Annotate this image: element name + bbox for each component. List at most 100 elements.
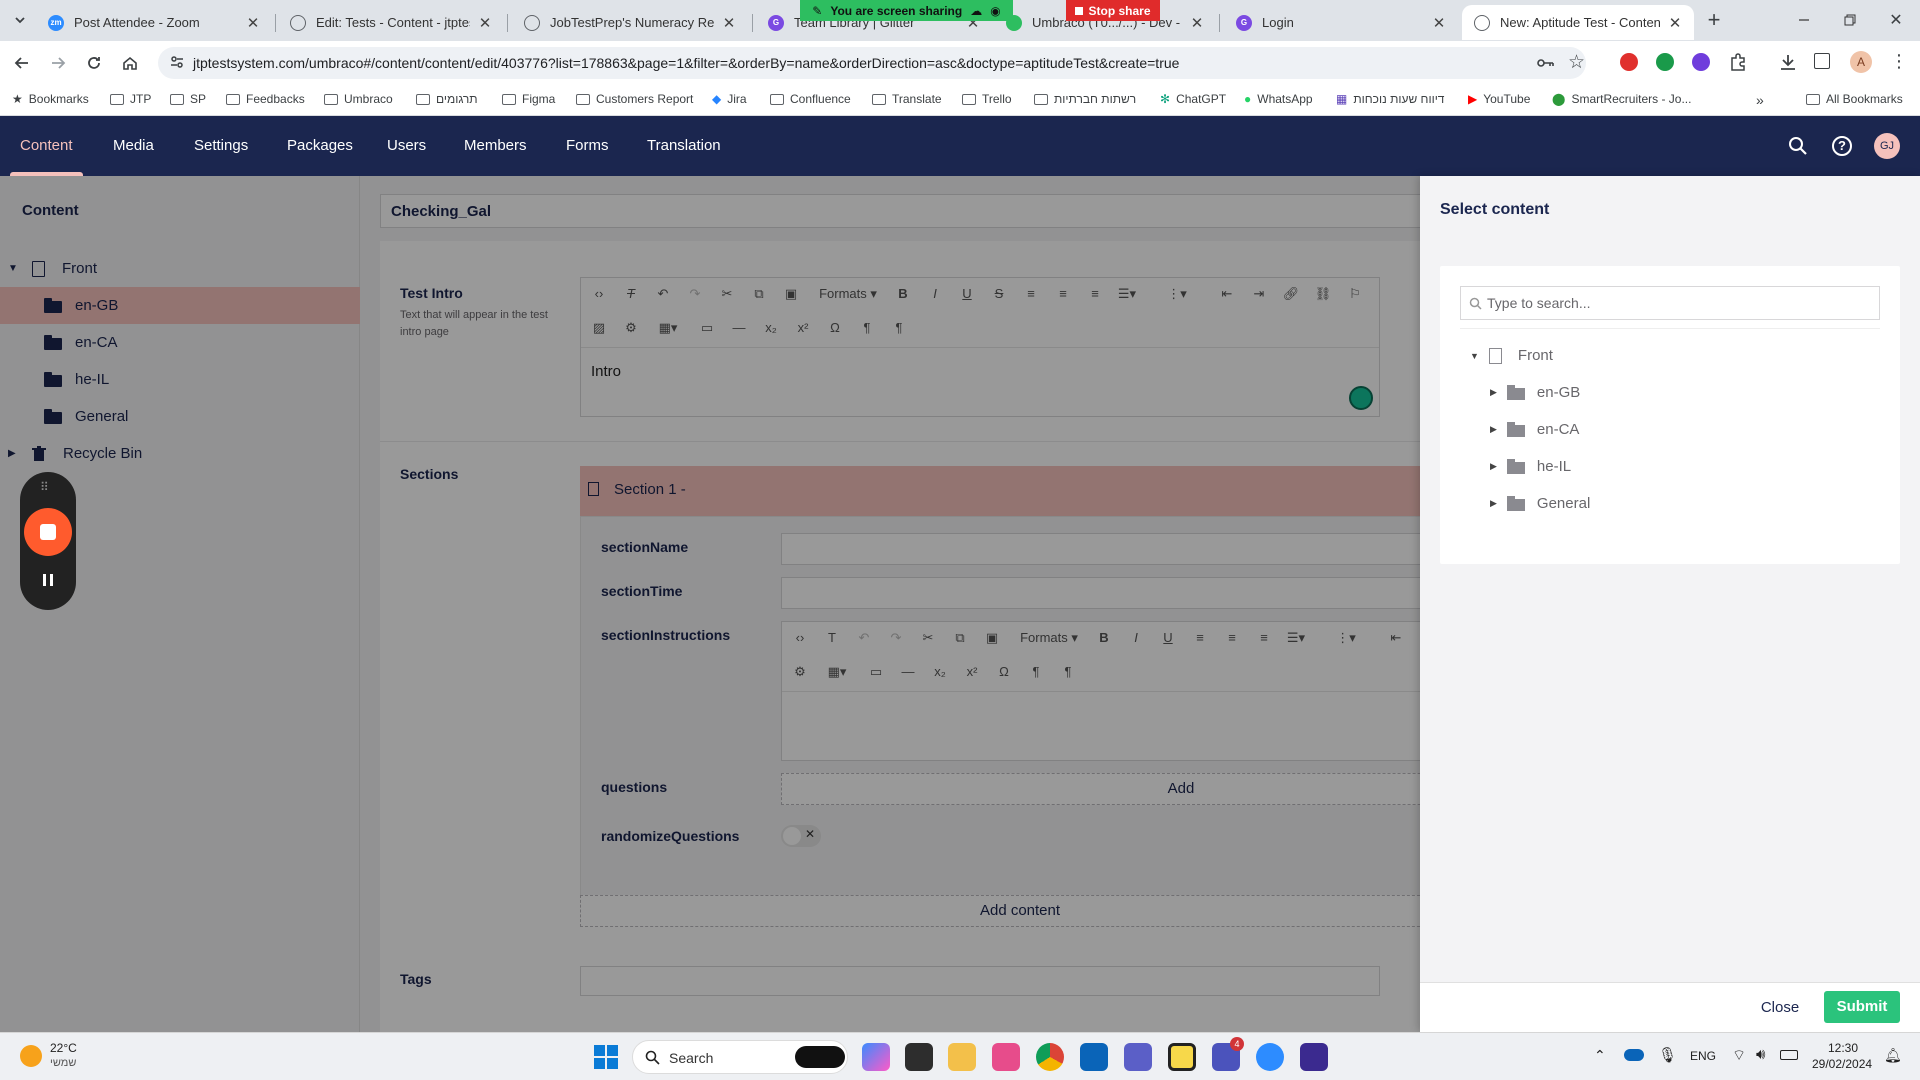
search-icon[interactable] xyxy=(1788,136,1808,156)
address-bar[interactable]: jtptestsystem.com/umbraco#/content/conte… xyxy=(158,47,1586,79)
opera-extension-icon[interactable] xyxy=(1620,53,1638,71)
section-members[interactable]: Members xyxy=(464,116,527,176)
bookmark-umbraco[interactable]: Umbraco xyxy=(324,92,393,106)
caret-right-icon[interactable]: ▶ xyxy=(1490,424,1497,435)
clock-date[interactable]: 29/02/2024 xyxy=(1812,1057,1872,1071)
bookmark-social[interactable]: רשתות חברתיות xyxy=(1034,92,1136,106)
wifi-icon[interactable]: ⌔ xyxy=(1732,1046,1746,1065)
bookmark-star-icon[interactable]: ☆ xyxy=(1568,51,1585,74)
chrome-icon[interactable] xyxy=(1036,1043,1064,1071)
windows-start-icon[interactable] xyxy=(594,1045,618,1069)
bookmark-whatsapp[interactable]: ● WhatsApp xyxy=(1244,92,1313,106)
caret-down-icon[interactable]: ▼ xyxy=(1470,351,1479,361)
tab-new-aptitude-test[interactable]: New: Aptitude Test - Content - ... ✕ xyxy=(1462,5,1694,40)
close-icon[interactable]: ✕ xyxy=(1666,14,1684,32)
extensions-puzzle-icon[interactable] xyxy=(1728,52,1748,72)
teams-new-icon[interactable]: 4 xyxy=(1212,1037,1244,1071)
minimize-button[interactable] xyxy=(1792,8,1816,32)
grammarly-extension-icon[interactable] xyxy=(1656,53,1674,71)
sticky-notes-icon[interactable] xyxy=(1168,1043,1196,1071)
app-icon[interactable] xyxy=(1300,1043,1328,1071)
extension-icon[interactable] xyxy=(1692,53,1710,71)
password-key-icon[interactable] xyxy=(1536,54,1554,72)
side-panel-icon[interactable] xyxy=(1814,53,1830,69)
caret-right-icon[interactable]: ▶ xyxy=(1490,498,1497,509)
reload-button[interactable] xyxy=(82,51,106,75)
copilot-icon[interactable] xyxy=(862,1043,890,1071)
drag-handle-icon[interactable]: ⠿ xyxy=(40,480,49,494)
task-view-icon[interactable] xyxy=(905,1043,933,1071)
section-users[interactable]: Users xyxy=(387,116,426,176)
bookmark-feedbacks[interactable]: Feedbacks xyxy=(226,92,305,106)
stop-share-button[interactable]: Stop share xyxy=(1066,0,1160,21)
close-window-button[interactable]: ✕ xyxy=(1884,8,1908,32)
close-icon[interactable]: ✕ xyxy=(476,14,494,32)
caret-right-icon[interactable]: ▶ xyxy=(1490,461,1497,472)
close-icon[interactable]: ✕ xyxy=(720,14,738,32)
more-bookmarks-icon[interactable]: » xyxy=(1756,92,1764,108)
forward-button[interactable] xyxy=(46,51,70,75)
dialog-search-input[interactable]: Type to search... xyxy=(1460,286,1880,320)
close-button[interactable]: Close xyxy=(1750,993,1810,1023)
home-button[interactable] xyxy=(118,51,142,75)
snipping-tool-icon[interactable] xyxy=(992,1043,1020,1071)
dialog-node-en-ca[interactable]: ▶ en-CA xyxy=(1490,421,1579,438)
tab-edit-tests[interactable]: Edit: Tests - Content - jtptestsys ✕ xyxy=(278,5,504,40)
section-packages[interactable]: Packages xyxy=(287,116,353,176)
notification-bell-icon[interactable]: 🔔︎ xyxy=(1884,1047,1902,1064)
close-icon[interactable]: ✕ xyxy=(244,14,262,32)
pause-icon[interactable] xyxy=(40,572,56,588)
section-media[interactable]: Media xyxy=(113,116,154,176)
microphone-icon[interactable]: 🎙︎ xyxy=(1658,1046,1677,1064)
bookmark-jtp[interactable]: JTP xyxy=(110,92,151,106)
profile-avatar[interactable]: A xyxy=(1850,51,1872,73)
caret-right-icon[interactable]: ▶ xyxy=(1490,387,1497,398)
tab-search-icon[interactable] xyxy=(8,8,32,32)
help-icon[interactable]: ? xyxy=(1832,136,1852,156)
dialog-node-he-il[interactable]: ▶ he-IL xyxy=(1490,458,1571,475)
bookmark-translate[interactable]: Translate xyxy=(872,92,942,106)
stop-recording-button[interactable] xyxy=(24,508,72,556)
download-icon[interactable] xyxy=(1778,52,1798,72)
battery-icon[interactable] xyxy=(1780,1050,1798,1060)
all-bookmarks[interactable]: All Bookmarks xyxy=(1806,92,1903,106)
teams-icon[interactable] xyxy=(1124,1043,1152,1071)
section-translation[interactable]: Translation xyxy=(647,116,721,176)
close-icon[interactable]: ✕ xyxy=(1188,14,1206,32)
language-indicator[interactable]: ENG xyxy=(1690,1049,1716,1063)
bookmark-bookmarks[interactable]: ★ Bookmarks xyxy=(12,92,89,106)
weather-sun-icon[interactable] xyxy=(20,1045,42,1067)
chevron-up-icon[interactable]: ⌃ xyxy=(1594,1047,1606,1064)
section-content[interactable]: Content xyxy=(10,116,83,176)
bookmark-jira[interactable]: ◆ Jira xyxy=(712,92,747,106)
taskbar-search[interactable]: Search xyxy=(632,1040,848,1074)
volume-icon[interactable]: 🔊︎ xyxy=(1756,1046,1765,1063)
outlook-icon[interactable] xyxy=(1080,1043,1108,1071)
dialog-node-front[interactable]: ▼ Front xyxy=(1470,347,1553,364)
bookmark-attendance[interactable]: ▦ דיווח שעות נוכחות xyxy=(1336,92,1444,106)
site-info-icon[interactable] xyxy=(170,55,184,69)
bookmark-chatgpt[interactable]: ✻ ChatGPT xyxy=(1160,92,1226,106)
close-icon[interactable]: ✕ xyxy=(1430,14,1448,32)
tab-zoom[interactable]: zm Post Attendee - Zoom ✕ xyxy=(36,5,272,40)
kebab-menu-icon[interactable]: ⋮ xyxy=(1890,51,1908,72)
bookmark-customers-report[interactable]: Customers Report xyxy=(576,92,693,106)
dialog-node-en-gb[interactable]: ▶ en-GB xyxy=(1490,384,1580,401)
submit-button[interactable]: Submit xyxy=(1824,991,1900,1023)
tab-login[interactable]: G Login ✕ xyxy=(1224,5,1458,40)
zoom-icon[interactable] xyxy=(1256,1043,1284,1071)
clock-time[interactable]: 12:30 xyxy=(1828,1041,1858,1055)
restore-button[interactable] xyxy=(1838,8,1862,32)
back-button[interactable] xyxy=(10,51,34,75)
file-explorer-icon[interactable] xyxy=(948,1043,976,1071)
section-forms[interactable]: Forms xyxy=(566,116,609,176)
bookmark-trello[interactable]: Trello xyxy=(962,92,1012,106)
bookmark-smartrecruiters[interactable]: ⬤ SmartRecruiters - Jo... xyxy=(1552,92,1691,106)
bookmark-sp[interactable]: SP xyxy=(170,92,206,106)
section-settings[interactable]: Settings xyxy=(194,116,248,176)
dialog-node-general[interactable]: ▶ General xyxy=(1490,495,1590,512)
bookmark-figma[interactable]: Figma xyxy=(502,92,555,106)
new-tab-button[interactable]: + xyxy=(1702,7,1726,32)
onedrive-icon[interactable] xyxy=(1624,1049,1644,1061)
bookmark-confluence[interactable]: Confluence xyxy=(770,92,851,106)
